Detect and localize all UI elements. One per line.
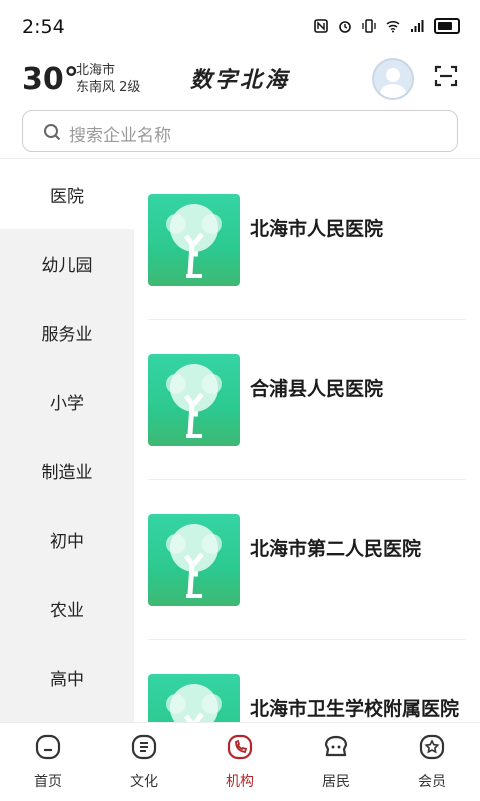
status-icons — [314, 18, 460, 34]
header-divider — [0, 158, 480, 159]
tree-logo-icon — [148, 674, 240, 722]
scan-icon[interactable] — [434, 64, 458, 88]
tab-members[interactable]: 会员 — [392, 733, 472, 791]
list-item[interactable]: 合浦县人民医院 — [134, 320, 480, 480]
signal-icon — [411, 20, 424, 32]
tree-logo-icon — [148, 514, 240, 606]
category-item-manufacturing[interactable]: 制造业 — [0, 436, 134, 505]
vibrate-icon — [362, 19, 376, 33]
nfc-icon — [314, 19, 328, 33]
tab-culture[interactable]: 文化 — [104, 733, 184, 791]
wifi-icon — [386, 20, 400, 33]
user-icon — [380, 68, 406, 98]
organization-name: 北海市人民医院 — [250, 218, 384, 240]
member-icon — [419, 734, 445, 760]
category-sidebar: 医院 幼儿园 服务业 小学 制造业 初中 农业 高中 — [0, 160, 134, 722]
tab-home[interactable]: 首页 — [8, 733, 88, 791]
document-icon — [131, 734, 157, 760]
organization-list: 北海市人民医院 合浦县人民医院 北海市第二人民医院 北海市卫生学校附属医院 — [134, 160, 480, 722]
battery-icon — [434, 18, 460, 34]
category-item-kindergarten[interactable]: 幼儿园 — [0, 229, 134, 298]
tree-logo-icon — [148, 354, 240, 446]
tab-label: 首页 — [34, 774, 62, 790]
category-item-agriculture[interactable]: 农业 — [0, 574, 134, 643]
organization-name: 合浦县人民医院 — [250, 378, 384, 400]
tab-label: 居民 — [322, 774, 350, 790]
list-item[interactable]: 北海市卫生学校附属医院 — [134, 640, 480, 722]
tab-label: 文化 — [130, 774, 158, 790]
search-input[interactable]: 搜索企业名称 — [22, 110, 458, 152]
tab-residents[interactable]: 居民 — [296, 733, 376, 791]
list-item[interactable]: 北海市第二人民医院 — [134, 480, 480, 640]
tab-institutions[interactable]: 机构 — [200, 733, 280, 791]
list-item[interactable]: 北海市人民医院 — [134, 160, 480, 320]
category-item-junior-high[interactable]: 初中 — [0, 505, 134, 574]
tab-label: 会员 — [418, 774, 446, 790]
tree-logo-icon — [148, 194, 240, 286]
category-item-service[interactable]: 服务业 — [0, 298, 134, 367]
category-item-senior-high[interactable]: 高中 — [0, 643, 134, 712]
category-item-hospital[interactable]: 医院 — [0, 160, 134, 229]
search-placeholder: 搜索企业名称 — [69, 126, 171, 146]
organization-name: 北海市卫生学校附属医院 — [250, 698, 460, 720]
resident-icon — [324, 735, 348, 757]
app-header: 30° 北海市 东南风 2级 数字北海 — [0, 56, 480, 106]
tab-label: 机构 — [226, 774, 254, 790]
organization-name: 北海市第二人民医院 — [250, 538, 422, 560]
category-item-primary-school[interactable]: 小学 — [0, 367, 134, 436]
search-icon — [44, 124, 61, 141]
status-bar: 2:54 — [0, 0, 480, 56]
home-icon — [35, 734, 61, 760]
alarm-icon — [339, 21, 351, 33]
phone-icon — [227, 734, 253, 760]
bottom-tab-bar: 首页 文化 机构 居民 会员 — [0, 722, 480, 801]
status-time: 2:54 — [22, 16, 65, 38]
avatar[interactable] — [372, 58, 414, 100]
